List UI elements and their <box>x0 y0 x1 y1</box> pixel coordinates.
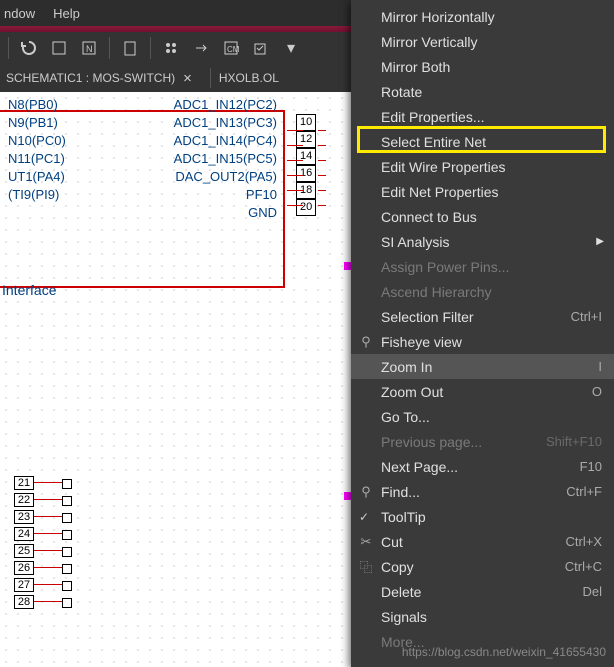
menu-label: Next Page... <box>381 459 580 475</box>
menu-label: Mirror Horizontally <box>381 9 602 25</box>
menu-item-mirror-horizontally[interactable]: Mirror Horizontally <box>351 4 614 29</box>
menu-label: Selection Filter <box>381 309 571 325</box>
tab-schematic[interactable]: SCHEMATIC1 : MOS-SWITCH) × <box>6 70 192 87</box>
menu-item-edit-wire-properties[interactable]: Edit Wire Properties <box>351 154 614 179</box>
chevron-right-icon: ▶ <box>596 236 604 247</box>
pin-col-right: ADC1_IN12(PC2) ADC1_IN13(PC3) ADC1_IN14(… <box>174 96 277 222</box>
menu-item-mirror-vertically[interactable]: Mirror Vertically <box>351 29 614 54</box>
menu-item-selection-filter[interactable]: Selection FilterCtrl+I <box>351 304 614 329</box>
menu-item-previous-page: Previous page...Shift+F10 <box>351 429 614 454</box>
menu-window[interactable]: ndow <box>4 6 35 21</box>
tool-icon-6[interactable]: CM <box>219 36 243 60</box>
menu-item-edit-properties[interactable]: Edit Properties... <box>351 104 614 129</box>
menu-label: Zoom In <box>381 359 598 375</box>
menu-shortcut: Ctrl+C <box>565 559 602 574</box>
menu-item-find[interactable]: ⚲ Find...Ctrl+F <box>351 479 614 504</box>
menu-label: Mirror Vertically <box>381 34 602 50</box>
menu-label: Mirror Both <box>381 59 602 75</box>
menu-icon: ⚲ <box>357 334 375 350</box>
menu-shortcut: F10 <box>580 459 602 474</box>
pin-num: 16 <box>296 165 316 182</box>
menu-item-go-to[interactable]: Go To... <box>351 404 614 429</box>
menu-label: Ascend Hierarchy <box>381 284 602 300</box>
svg-text:CM: CM <box>227 45 239 54</box>
menu-item-rotate[interactable]: Rotate <box>351 79 614 104</box>
menu-item-zoom-in[interactable]: Zoom InI <box>351 354 614 379</box>
menu-item-copy[interactable]: ⿻ CopyCtrl+C <box>351 554 614 579</box>
menu-item-signals[interactable]: Signals <box>351 604 614 629</box>
menu-label: Edit Wire Properties <box>381 159 602 175</box>
menu-label: Select Entire Net <box>381 134 602 150</box>
menu-shortcut: Ctrl+F <box>566 484 602 499</box>
menu-item-edit-net-properties[interactable]: Edit Net Properties <box>351 179 614 204</box>
interface-label: Interface <box>2 282 56 298</box>
tab-hxolb[interactable]: HXOLB.OL <box>219 71 279 85</box>
close-icon[interactable]: × <box>183 70 192 87</box>
tool-icon-3[interactable] <box>118 36 142 60</box>
menu-icon: ⚲ <box>357 484 375 500</box>
menu-shortcut: Ctrl+X <box>566 534 602 549</box>
tool-icon-2[interactable]: N <box>77 36 101 60</box>
menu-label: Edit Properties... <box>381 109 602 125</box>
menu-shortcut: O <box>592 384 602 399</box>
menu-item-tooltip[interactable]: ✓ ToolTip <box>351 504 614 529</box>
watermark: https://blog.csdn.net/weixin_41655430 <box>402 645 606 659</box>
menu-label: Zoom Out <box>381 384 592 400</box>
pin-num: 14 <box>296 148 316 165</box>
svg-text:N: N <box>86 44 93 54</box>
menu-label: Delete <box>381 584 582 600</box>
menu-label: Connect to Bus <box>381 209 602 225</box>
menu-label: Rotate <box>381 84 602 100</box>
menu-item-fisheye-view[interactable]: ⚲ Fisheye view <box>351 329 614 354</box>
pin-num: 20 <box>296 199 316 216</box>
menu-item-si-analysis[interactable]: SI Analysis▶ <box>351 229 614 254</box>
menu-label: Go To... <box>381 409 602 425</box>
menu-item-ascend-hierarchy: Ascend Hierarchy <box>351 279 614 304</box>
menu-label: Copy <box>381 559 565 575</box>
menu-label: Cut <box>381 534 566 550</box>
menu-label: SI Analysis <box>381 234 602 250</box>
menu-label: Edit Net Properties <box>381 184 602 200</box>
dropdown-icon[interactable]: ▾ <box>279 36 303 60</box>
menu-item-connect-to-bus[interactable]: Connect to Bus <box>351 204 614 229</box>
menu-label: Fisheye view <box>381 334 602 350</box>
menu-item-next-page[interactable]: Next Page...F10 <box>351 454 614 479</box>
menu-item-select-entire-net[interactable]: Select Entire Net <box>351 129 614 154</box>
menu-label: Signals <box>381 609 602 625</box>
menu-item-mirror-both[interactable]: Mirror Both <box>351 54 614 79</box>
menu-item-assign-power-pins: Assign Power Pins... <box>351 254 614 279</box>
menu-shortcut: Ctrl+I <box>571 309 602 324</box>
menu-label: ToolTip <box>381 509 602 525</box>
menu-help[interactable]: Help <box>53 6 80 21</box>
menu-item-zoom-out[interactable]: Zoom OutO <box>351 379 614 404</box>
menu-icon: ⿻ <box>357 557 375 576</box>
pin-col-left: N8(PB0) N9(PB1) N10(PC0) N11(PC1) UT1(PA… <box>8 96 66 222</box>
menu-icon: ✂ <box>357 534 375 550</box>
menu-label: Previous page... <box>381 434 546 450</box>
menu-label: Find... <box>381 484 566 500</box>
tool-icon-1[interactable] <box>47 36 71 60</box>
menu-label: Assign Power Pins... <box>381 259 602 275</box>
check-icon: ✓ <box>359 510 369 524</box>
context-menu: Mirror Horizontally Mirror Vertically Mirr… <box>351 0 614 667</box>
menu-item-cut[interactable]: ✂ CutCtrl+X <box>351 529 614 554</box>
menu-shortcut: Shift+F10 <box>546 434 602 449</box>
tool-icon-5[interactable] <box>189 36 213 60</box>
tool-icon-7[interactable] <box>249 36 273 60</box>
menu-item-delete[interactable]: DeleteDel <box>351 579 614 604</box>
pin-num: 10 <box>296 114 316 131</box>
tool-icon-4[interactable] <box>159 36 183 60</box>
menu-shortcut: I <box>598 359 602 374</box>
undo-icon[interactable] <box>17 36 41 60</box>
menu-shortcut: Del <box>582 584 602 599</box>
